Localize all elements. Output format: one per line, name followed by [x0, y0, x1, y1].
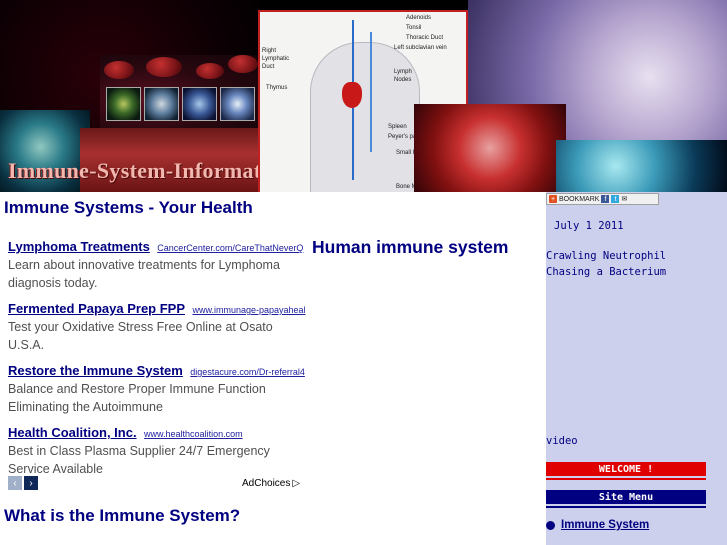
ad-url-link[interactable]: www.healthcoalition.com [144, 429, 243, 439]
twitter-icon[interactable]: t [611, 195, 620, 203]
ad-title-link[interactable]: Health Coalition, Inc. [8, 425, 137, 440]
diagram-label: Thymus [266, 85, 288, 91]
diagram-label: Small I [396, 150, 415, 156]
header-banner: Immune-System-Information.com Adenoids T… [0, 0, 727, 192]
thumbnail-cell-2 [144, 87, 179, 121]
banner-cyan-cells-image [556, 140, 727, 192]
diagram-label: Adenoids [406, 15, 432, 21]
facebook-icon[interactable]: f [601, 195, 610, 203]
site-menu-underline [546, 506, 706, 508]
ad-item[interactable]: Health Coalition, Inc. www.healthcoaliti… [8, 424, 306, 478]
diagram-label: Tonsil [406, 25, 422, 31]
ad-unit: Lymphoma Treatments CancerCenter.com/Car… [8, 238, 306, 486]
bookmark-button[interactable]: + BOOKMARK f t ✉ [546, 193, 659, 205]
thumbnail-cell-4 [220, 87, 255, 121]
welcome-bar: WELCOME ! [546, 462, 706, 476]
diagram-label: Left subclavian vein [394, 45, 447, 51]
ad-item[interactable]: Fermented Papaya Prep FPP www.immunage-p… [8, 300, 306, 354]
adchoices-link[interactable]: AdChoices ▷ [242, 478, 300, 489]
ad-description: Balance and Restore Proper Immune Functi… [8, 382, 266, 414]
chevron-left-icon[interactable]: ‹ [8, 476, 22, 490]
ad-description: Best in Class Plasma Supplier 24/7 Emerg… [8, 444, 270, 476]
bullet-icon [546, 520, 555, 530]
diagram-body-outline [310, 42, 420, 192]
ad-title-link[interactable]: Lymphoma Treatments [8, 239, 150, 254]
diagram-label: Lymph Nodes [394, 69, 412, 83]
ad-pager: ‹ › [8, 476, 38, 490]
menu-link[interactable]: Immune System [561, 519, 649, 531]
site-menu-bar: Site Menu [546, 490, 706, 504]
diagram-label: Thoracic Duct [406, 35, 444, 41]
diagram-label: Spleen [388, 124, 407, 130]
banner-thumbnail-strip [106, 87, 256, 121]
chevron-right-icon[interactable]: › [24, 476, 38, 490]
ad-title-link[interactable]: Fermented Papaya Prep FPP [8, 301, 185, 316]
thumbnail-cell-1 [106, 87, 141, 121]
ad-description: Learn about innovative treatments for Ly… [8, 258, 280, 290]
welcome-underline [546, 478, 706, 480]
thumbnail-cell-3 [182, 87, 217, 121]
diagram-label: Right Lymphatic Duct [262, 48, 290, 70]
page-title: Immune Systems - Your Health [4, 198, 253, 217]
ad-title-link[interactable]: Restore the Immune System [8, 363, 183, 378]
heart-icon [342, 82, 362, 108]
ad-item[interactable]: Restore the Immune System digestacure.co… [8, 362, 306, 416]
bookmark-label: BOOKMARK [559, 195, 600, 203]
adchoices-triangle-icon: ▷ [292, 478, 301, 489]
ad-url-link[interactable]: www.immunage-papayaheal [192, 305, 305, 315]
video-label: video [546, 435, 578, 447]
ad-url-link[interactable]: CancerCenter.com/CareThatNeverQ [157, 243, 303, 253]
ad-item[interactable]: Lymphoma Treatments CancerCenter.com/Car… [8, 238, 306, 292]
email-icon[interactable]: ✉ [621, 195, 627, 203]
plus-icon: + [549, 195, 557, 203]
sidebar-caption: Crawling Neutrophil Chasing a Bacterium [546, 250, 667, 278]
sidebar-item-immune-system[interactable]: Immune System [546, 519, 649, 531]
ad-description: Test your Oxidative Stress Free Online a… [8, 320, 273, 352]
adchoices-label: AdChoices [242, 478, 291, 489]
section-heading: Human immune system [312, 237, 509, 257]
sidebar-date: July 1 2011 [554, 220, 624, 232]
ad-url-link[interactable]: digestacure.com/Dr-referral4 [190, 367, 305, 377]
sidebar: + BOOKMARK f t ✉ July 1 2011 Crawling Ne… [546, 192, 727, 545]
section-heading-2: What is the Immune System? [4, 506, 241, 525]
banner-cell-image [414, 104, 566, 192]
